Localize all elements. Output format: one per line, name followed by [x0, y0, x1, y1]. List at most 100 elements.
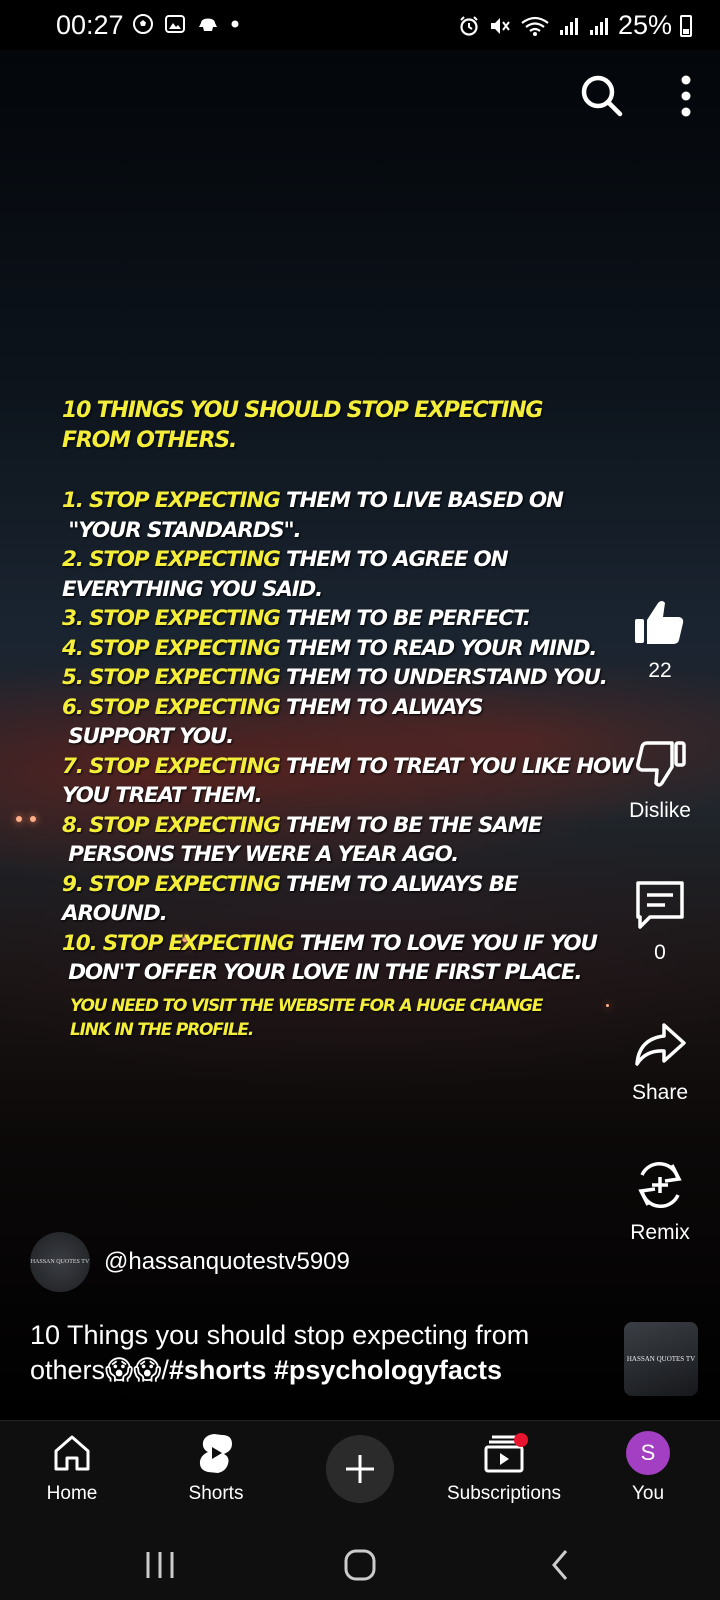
like-count: 22: [648, 659, 672, 682]
nav-subscriptions-label: Subscriptions: [446, 1483, 562, 1504]
top-actions: [520, 72, 720, 122]
overlay-item-prefix: 5. STOP EXPECTING: [62, 665, 281, 690]
bottom-navigation: Home Shorts Subscriptions S You: [0, 1420, 720, 1530]
signal-icon: [559, 17, 578, 35]
battery-percentage: 25%: [617, 10, 672, 40]
you-avatar: S: [626, 1431, 670, 1475]
overlay-item-text: THEM TO LOVE YOU IF YOU: [293, 930, 598, 956]
overlay-list-item: 1. STOP EXPECTING THEM TO LIVE BASED ON: [62, 486, 652, 516]
signal-icon-2: [589, 17, 608, 35]
overlay-item-text: THEM TO ALWAYS: [279, 694, 484, 720]
video-title[interactable]: 10 Things you should stop expecting from…: [30, 1318, 600, 1388]
overlay-list-item: 2. STOP EXPECTING THEM TO AGREE ON: [62, 545, 652, 575]
status-notification-icons: [132, 13, 240, 35]
remix-label: Remix: [630, 1221, 690, 1244]
remix-button[interactable]: Remix: [600, 1157, 720, 1245]
recent-apps-icon[interactable]: [140, 1548, 180, 1582]
comments-button[interactable]: 0: [600, 877, 720, 965]
overlay-item-prefix: 8. STOP EXPECTING: [62, 812, 281, 838]
overlay-list-item: 4. STOP EXPECTING THEM TO READ YOUR MIND…: [62, 634, 652, 664]
back-icon[interactable]: [542, 1548, 582, 1582]
comment-icon[interactable]: [632, 877, 688, 933]
overlay-item-prefix: 10. STOP EXPECTING: [62, 930, 295, 956]
share-label: Share: [631, 1081, 689, 1104]
battery-icon: [680, 14, 692, 37]
status-system-icons: 25%: [458, 10, 692, 41]
overlay-item-text: THEM TO BE PERFECT.: [279, 606, 531, 631]
shorts-icon: [199, 1434, 232, 1473]
overlay-list-item: 7. STOP EXPECTING THEM TO TREAT YOU LIKE…: [62, 752, 652, 782]
channel-handle[interactable]: @hassanquotestv5909: [104, 1248, 350, 1276]
plus-icon: [346, 1455, 374, 1483]
overlay-footer-line-2: LINK IN THE PROFILE.: [70, 1019, 254, 1040]
dislike-label: Dislike: [629, 799, 691, 822]
more-vert-icon[interactable]: [666, 72, 706, 120]
nav-subscriptions[interactable]: Subscriptions: [444, 1431, 564, 1505]
overlay-item-text: THEM TO BE THE SAME: [279, 812, 543, 838]
overlay-list-item: 6. STOP EXPECTING THEM TO ALWAYS: [62, 693, 652, 723]
overlay-item-prefix: 1. STOP EXPECTING: [62, 488, 281, 513]
overlay-title-line-1: 10 THINGS YOU SHOULD STOP EXPECTING: [62, 398, 543, 423]
thumb-up-icon[interactable]: [632, 595, 688, 651]
more-notifications-dot-icon: [231, 20, 239, 28]
subscriptions-notification-dot: [514, 1433, 528, 1447]
comment-count: 0: [654, 941, 666, 964]
create-button[interactable]: [326, 1435, 394, 1503]
overlay-item-continuation: DON'T OFFER YOUR LOVE IN THE FIRST PLACE…: [62, 960, 582, 985]
share-icon[interactable]: [632, 1017, 688, 1073]
overlay-item-prefix: 4. STOP EXPECTING: [62, 635, 281, 661]
overlay-item-continuation: PERSONS THEY WERE A YEAR AGO.: [62, 842, 459, 867]
video-hashtags[interactable]: #shorts #psychologyfacts: [169, 1355, 502, 1385]
nav-home[interactable]: Home: [12, 1431, 132, 1505]
like-button[interactable]: 22: [600, 595, 720, 683]
overlay-list: 1. STOP EXPECTING THEM TO LIVE BASED ON …: [62, 486, 652, 988]
overlay-footer: YOU NEED TO VISIT THE WEBSITE FOR A HUGE…: [62, 994, 652, 1042]
status-bar: 00:27 25%: [0, 0, 720, 50]
overlay-item-continuation: AROUND.: [62, 901, 168, 926]
overlay-item-continuation: SUPPORT YOU.: [62, 724, 234, 749]
thumb-down-icon[interactable]: [632, 735, 688, 791]
dislike-button[interactable]: Dislike: [600, 735, 720, 823]
app-notification-icon: [199, 18, 217, 31]
nav-home-label: Home: [46, 1483, 98, 1504]
overlay-item-text: THEM TO TREAT YOU LIKE HOW: [279, 753, 634, 779]
overlay-footer-line-1: YOU NEED TO VISIT THE WEBSITE FOR A HUGE…: [70, 995, 543, 1016]
overlay-list-item: 9. STOP EXPECTING THEM TO ALWAYS BE: [62, 870, 652, 900]
home-system-icon[interactable]: [340, 1548, 380, 1582]
overlay-list-item: 5. STOP EXPECTING THEM TO UNDERSTAND YOU…: [62, 663, 652, 693]
overlay-item-text: THEM TO READ YOUR MIND.: [279, 635, 597, 661]
status-time: 00:27: [56, 10, 124, 40]
nav-shorts[interactable]: Shorts: [156, 1431, 276, 1505]
overlay-item-prefix: 3. STOP EXPECTING: [62, 606, 281, 631]
related-video-thumbnail[interactable]: HASSAN QUOTES TV: [624, 1322, 698, 1396]
you-avatar-initial: S: [640, 1440, 656, 1465]
overlay-list-item: 3. STOP EXPECTING THEM TO BE PERFECT.: [62, 604, 652, 634]
home-icon: [54, 1435, 90, 1471]
nav-you[interactable]: S You: [588, 1431, 708, 1505]
overlay-item-text: THEM TO UNDERSTAND YOU.: [279, 665, 608, 690]
overlay-item-prefix: 9. STOP EXPECTING: [62, 871, 281, 897]
soccer-ball-icon: [133, 14, 153, 34]
overlay-item-text: THEM TO ALWAYS BE: [279, 871, 519, 897]
overlay-item-prefix: 2. STOP EXPECTING: [62, 547, 281, 572]
overlay-item-prefix: 6. STOP EXPECTING: [62, 694, 281, 720]
nav-shorts-label: Shorts: [188, 1483, 244, 1504]
nav-you-label: You: [631, 1483, 665, 1504]
share-button[interactable]: Share: [600, 1017, 720, 1105]
thumbnail-logo: HASSAN QUOTES TV: [626, 1355, 696, 1363]
overlay-item-continuation: "YOUR STANDARDS".: [62, 517, 301, 543]
mute-icon: [490, 17, 510, 34]
channel-info[interactable]: HASSAN QUOTES TV @hassanquotestv5909: [30, 1232, 350, 1292]
overlay-item-text: THEM TO LIVE BASED ON: [279, 488, 564, 513]
overlay-list-item: 10. STOP EXPECTING THEM TO LOVE YOU IF Y…: [62, 929, 652, 959]
overlay-item-text: THEM TO AGREE ON: [279, 547, 509, 572]
search-icon[interactable]: [578, 72, 626, 120]
overlay-item-continuation: YOU TREAT THEM.: [62, 783, 263, 808]
overlay-title-line-2: FROM OTHERS.: [62, 428, 237, 453]
system-navigation-bar: [0, 1530, 720, 1600]
remix-icon[interactable]: [632, 1157, 688, 1213]
overlay-list-item: 8. STOP EXPECTING THEM TO BE THE SAME: [62, 811, 652, 841]
channel-avatar[interactable]: HASSAN QUOTES TV: [30, 1232, 90, 1292]
channel-avatar-logo: HASSAN QUOTES TV: [30, 1259, 90, 1265]
video-text-overlay: 10 THINGS YOU SHOULD STOP EXPECTING FROM…: [62, 396, 652, 1042]
